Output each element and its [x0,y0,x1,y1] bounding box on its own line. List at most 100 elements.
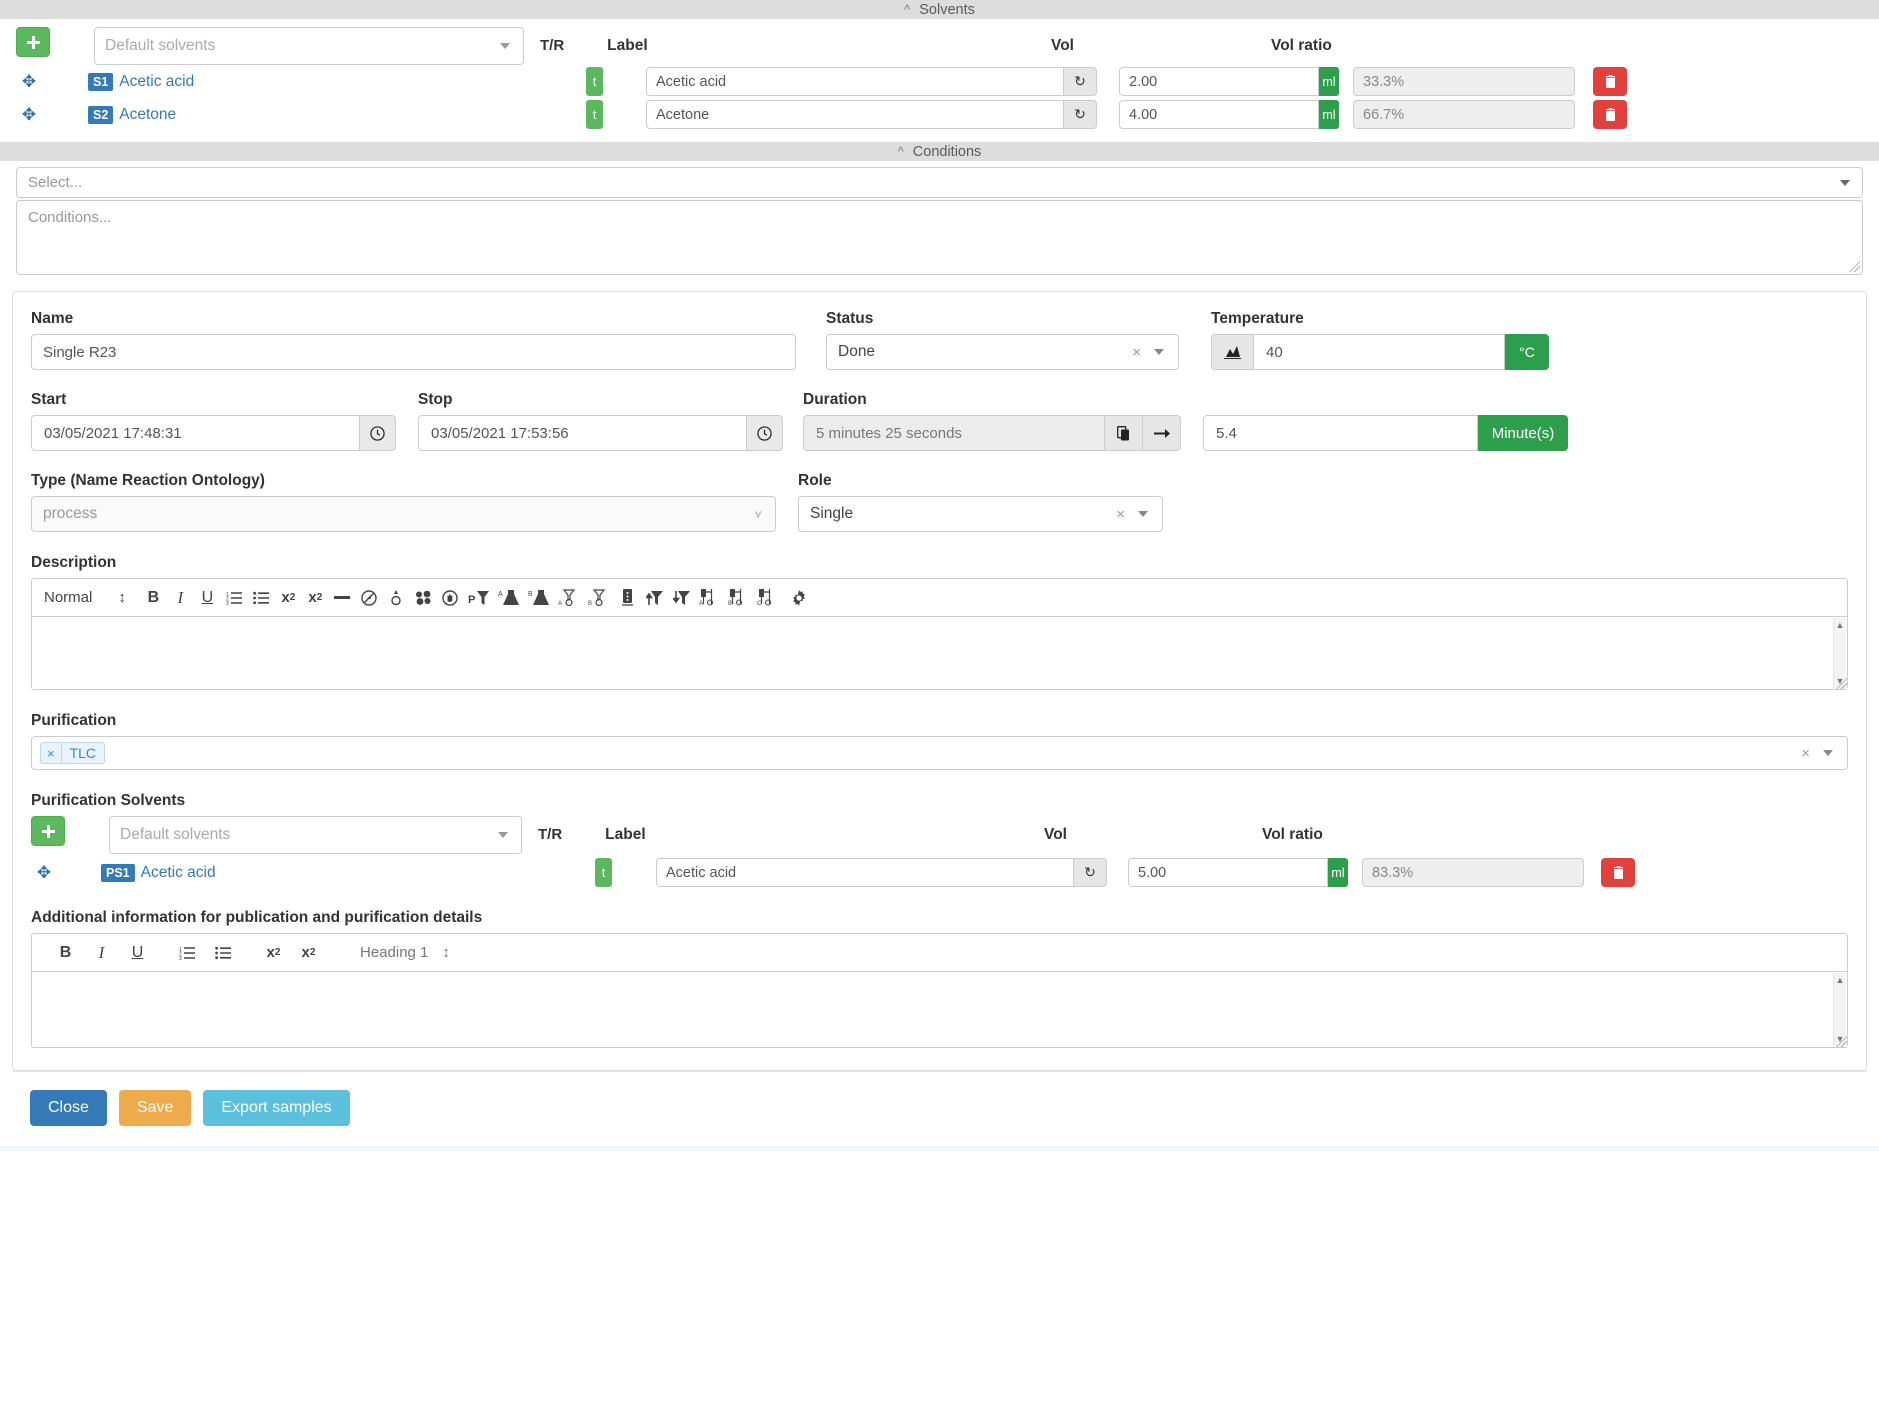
superscript-icon[interactable]: x2 [302,584,329,612]
italic-icon[interactable]: I [167,584,194,612]
underline-icon[interactable]: U [124,939,151,967]
purification-solvent-label-input[interactable]: Acetic acid [656,858,1074,887]
clear-icon[interactable]: × [1801,745,1810,762]
flask-b-icon[interactable]: B [524,584,554,612]
apparatus-a-icon[interactable]: A [554,584,584,612]
scroll-up-icon[interactable]: ▲ [1836,975,1845,985]
delete-solvent-button[interactable] [1593,67,1627,96]
remove-tag-icon[interactable]: × [41,743,62,763]
clock-icon[interactable] [360,415,396,451]
additional-info-text-area[interactable]: ▲ ▼ [32,972,1847,1047]
gear-icon[interactable] [786,584,813,612]
drag-handle-icon[interactable]: ✥ [16,105,42,125]
purification-solvent-vol-input[interactable]: 5.00 [1128,858,1328,887]
p-funnel-icon[interactable]: P [464,584,494,612]
clear-icon[interactable]: × [1116,506,1125,523]
funnel-down-icon[interactable] [668,584,695,612]
superscript-icon[interactable]: x2 [295,939,322,967]
stand-b-icon[interactable]: B [724,584,753,612]
delete-solvent-button[interactable] [1593,100,1627,129]
save-button[interactable]: Save [119,1090,191,1126]
purification-solvent-tr-toggle[interactable]: t [595,858,612,887]
duration-number-input[interactable]: 5.4 [1203,415,1478,451]
stand-a-icon[interactable]: A [695,584,724,612]
start-input[interactable]: 03/05/2021 17:48:31 [31,415,360,451]
bold-icon[interactable]: B [52,939,79,967]
copy-icon[interactable] [1105,415,1143,451]
apparatus-b-icon[interactable]: B [584,584,614,612]
resize-grip-icon[interactable] [1849,261,1860,272]
drag-handle-icon[interactable]: ✥ [31,863,57,883]
role-select[interactable]: Single × [798,496,1163,532]
purification-col-vol: Vol [1044,826,1067,844]
ordered-list-icon[interactable]: 123 [221,584,248,612]
solvents-section-header[interactable]: ^ Solvents [0,0,1879,19]
refresh-icon[interactable]: ↻ [1064,67,1097,96]
conditions-section-header[interactable]: ^ Conditions [0,142,1879,161]
solvent-vol-ratio: 33.3% [1353,67,1575,96]
clear-icon[interactable]: × [1132,344,1141,361]
resize-grip-icon[interactable] [1836,678,1847,689]
conditions-textarea[interactable]: Conditions... [16,200,1863,275]
add-solvent-button[interactable] [16,27,50,57]
column-icon[interactable] [614,584,641,612]
purification-solvent-vol-unit[interactable]: ml [1328,858,1348,887]
temperature-chart-icon[interactable] [1211,334,1253,370]
purification-default-solvents-select[interactable]: Default solvents [109,816,522,854]
type-select[interactable]: process ˅ [31,496,776,532]
solvent-name-link[interactable]: Acetic acid [119,73,194,91]
export-samples-button[interactable]: Export samples [203,1090,349,1126]
duration-unit-button[interactable]: Minute(s) [1478,415,1568,451]
purification-solvents-label: Purification Solvents [31,792,1848,810]
subscript-icon[interactable]: x2 [275,584,302,612]
arrow-right-icon[interactable] [1143,415,1181,451]
no-entry-icon[interactable] [356,584,383,612]
ordered-list-icon[interactable]: 123 [173,939,200,967]
description-text-area[interactable]: ▲ ▼ [32,617,1847,689]
solvent-name-link[interactable]: Acetone [119,106,176,124]
stop-input[interactable]: 03/05/2021 17:53:56 [418,415,747,451]
status-select[interactable]: Done × [826,334,1179,370]
horizontal-rule-icon[interactable] [329,584,356,612]
close-button[interactable]: Close [30,1090,107,1126]
purification-solvent-name-link[interactable]: Acetic acid [141,864,216,882]
add-purification-solvent-button[interactable] [31,816,65,846]
solvent-vol-input[interactable]: 4.00 [1119,100,1319,129]
drop-icon[interactable] [383,584,410,612]
solvent-label-input[interactable]: Acetone [646,100,1064,129]
default-solvents-select[interactable]: Default solvents [94,27,524,65]
format-picker[interactable]: Normal ↕ [44,589,126,606]
temperature-unit-button[interactable]: °C [1505,334,1549,370]
flask-a-icon[interactable]: A [494,584,524,612]
molecule-icon[interactable] [410,584,437,612]
subscript-icon[interactable]: x2 [260,939,287,967]
heading-picker[interactable]: Heading 1 ↕ [360,944,450,961]
clock-icon[interactable] [747,415,783,451]
solvent-vol-input[interactable]: 2.00 [1119,67,1319,96]
delete-purification-solvent-button[interactable] [1601,858,1635,887]
resize-grip-icon[interactable] [1836,1036,1847,1047]
italic-icon[interactable]: I [88,939,115,967]
bullet-list-icon[interactable] [209,939,236,967]
funnel-up-icon[interactable] [641,584,668,612]
bottom-strip [0,1146,1879,1151]
hand-stop-icon[interactable] [437,584,464,612]
bold-icon[interactable]: B [140,584,167,612]
temperature-label: Temperature [1211,310,1549,328]
temperature-input[interactable]: 40 [1253,334,1505,370]
scroll-up-icon[interactable]: ▲ [1836,620,1845,630]
drag-handle-icon[interactable]: ✥ [16,72,42,92]
bullet-list-icon[interactable] [248,584,275,612]
underline-icon[interactable]: U [194,584,221,612]
refresh-icon[interactable]: ↻ [1074,858,1107,887]
solvent-vol-unit[interactable]: ml [1319,100,1339,129]
solvent-label-input[interactable]: Acetic acid [646,67,1064,96]
name-input[interactable]: Single R23 [31,334,796,370]
solvent-tr-toggle[interactable]: t [586,100,603,129]
solvent-vol-unit[interactable]: ml [1319,67,1339,96]
conditions-select[interactable]: Select... [16,167,1863,198]
stand-c-icon[interactable]: C [753,584,782,612]
refresh-icon[interactable]: ↻ [1064,100,1097,129]
solvent-tr-toggle[interactable]: t [586,67,603,96]
purification-multiselect[interactable]: × TLC × [31,736,1848,770]
